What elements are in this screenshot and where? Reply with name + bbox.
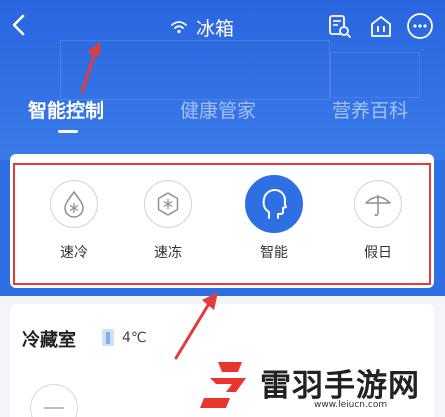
wifi-icon <box>171 21 187 34</box>
tab-smart-control[interactable]: 智能控制 <box>28 96 104 123</box>
header-decoration <box>330 52 420 98</box>
active-tab-indicator <box>58 130 78 133</box>
tab-health-manager[interactable]: 健康管家 <box>180 96 256 123</box>
thermometer-icon <box>102 329 114 346</box>
home-icon[interactable] <box>367 12 395 40</box>
watermark-logo-icon <box>200 362 246 408</box>
compartment-temperature: 4℃ <box>122 330 147 346</box>
back-arrow-icon[interactable] <box>8 12 30 38</box>
more-options-icon[interactable] <box>406 12 434 40</box>
watermark-logo: 雷羽手游网 www.leiucn.com <box>196 358 436 414</box>
app-header: 冰箱 智能控制 健康管家 营养百科 <box>0 0 445 160</box>
annotation-arrow-icon <box>80 42 100 94</box>
annotation-arrow-icon <box>174 292 218 360</box>
watermark-url: www.leiucn.com <box>314 400 388 410</box>
compartment-name: 冷藏室 <box>22 330 76 351</box>
minus-dial-icon[interactable] <box>30 384 78 417</box>
title-bar: 冰箱 <box>170 14 234 40</box>
page-title: 冰箱 <box>196 17 235 40</box>
watermark-text: 雷羽手游网 <box>260 368 420 404</box>
document-search-icon[interactable] <box>325 12 353 40</box>
tab-nutrition-encyclopedia[interactable]: 营养百科 <box>332 96 408 123</box>
annotation-highlight-box <box>13 163 431 285</box>
